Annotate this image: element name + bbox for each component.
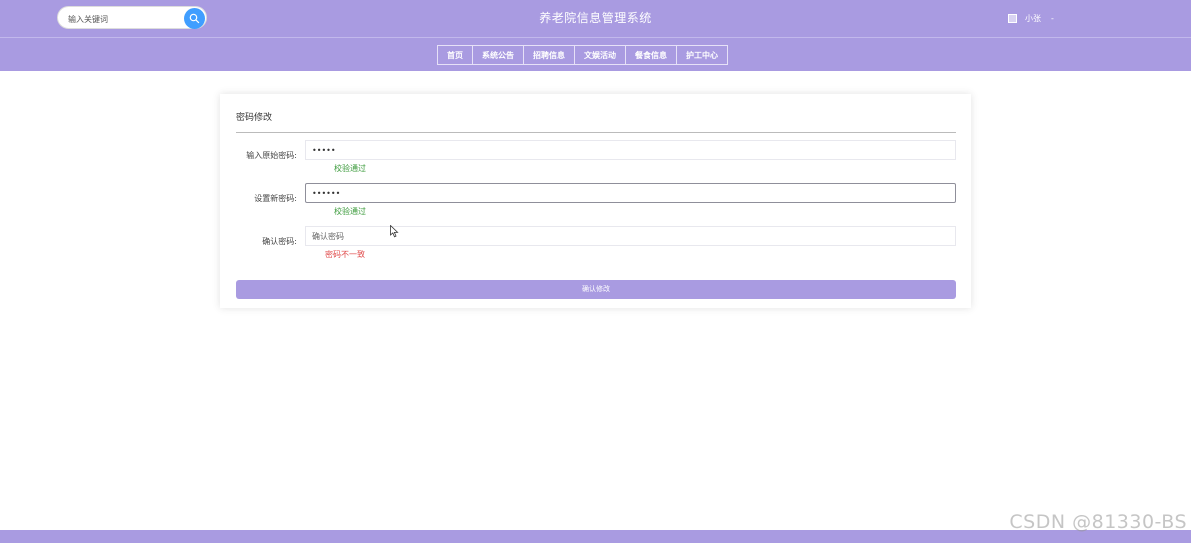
confirm-password-input[interactable] <box>305 226 956 246</box>
confirm-password-hint: 密码不一致 <box>325 250 365 259</box>
user-menu[interactable]: 小张 - <box>1008 11 1054 25</box>
user-name: 小张 <box>1025 13 1041 23</box>
card-title: 密码修改 <box>236 113 273 123</box>
nav-list: 首页 系统公告 招聘信息 文娱活动 餐食信息 护工中心 <box>437 45 728 65</box>
nav-item-meals[interactable]: 餐食信息 <box>625 45 677 65</box>
nav-item-caregivers[interactable]: 护工中心 <box>676 45 728 65</box>
new-password-input[interactable] <box>305 183 956 203</box>
password-change-card: 密码修改 输入原始密码: 校验通过 设置新密码: 校验通过 确认密码: 密码不一… <box>220 94 971 308</box>
confirm-change-button[interactable]: 确认修改 <box>236 280 956 299</box>
avatar <box>1008 13 1017 23</box>
new-password-label: 设置新密码: <box>254 194 297 203</box>
new-password-hint: 校验通过 <box>334 207 366 216</box>
confirm-password-label: 确认密码: <box>262 237 297 246</box>
nav-item-recruitment[interactable]: 招聘信息 <box>523 45 575 65</box>
old-password-label: 输入原始密码: <box>246 151 297 160</box>
old-password-hint: 校验通过 <box>334 164 366 173</box>
chevron-down-icon: - <box>1051 13 1054 23</box>
mouse-cursor-icon <box>390 225 399 238</box>
divider <box>236 132 956 133</box>
nav-item-activities[interactable]: 文娱活动 <box>574 45 626 65</box>
old-password-input[interactable] <box>305 140 956 160</box>
watermark: CSDN @81330-BS <box>1009 511 1187 533</box>
main-nav: 首页 系统公告 招聘信息 文娱活动 餐食信息 护工中心 <box>0 37 1191 71</box>
nav-item-announcements[interactable]: 系统公告 <box>472 45 524 65</box>
top-header: 养老院信息管理系统 小张 - <box>0 0 1191 37</box>
nav-item-home[interactable]: 首页 <box>437 45 473 65</box>
